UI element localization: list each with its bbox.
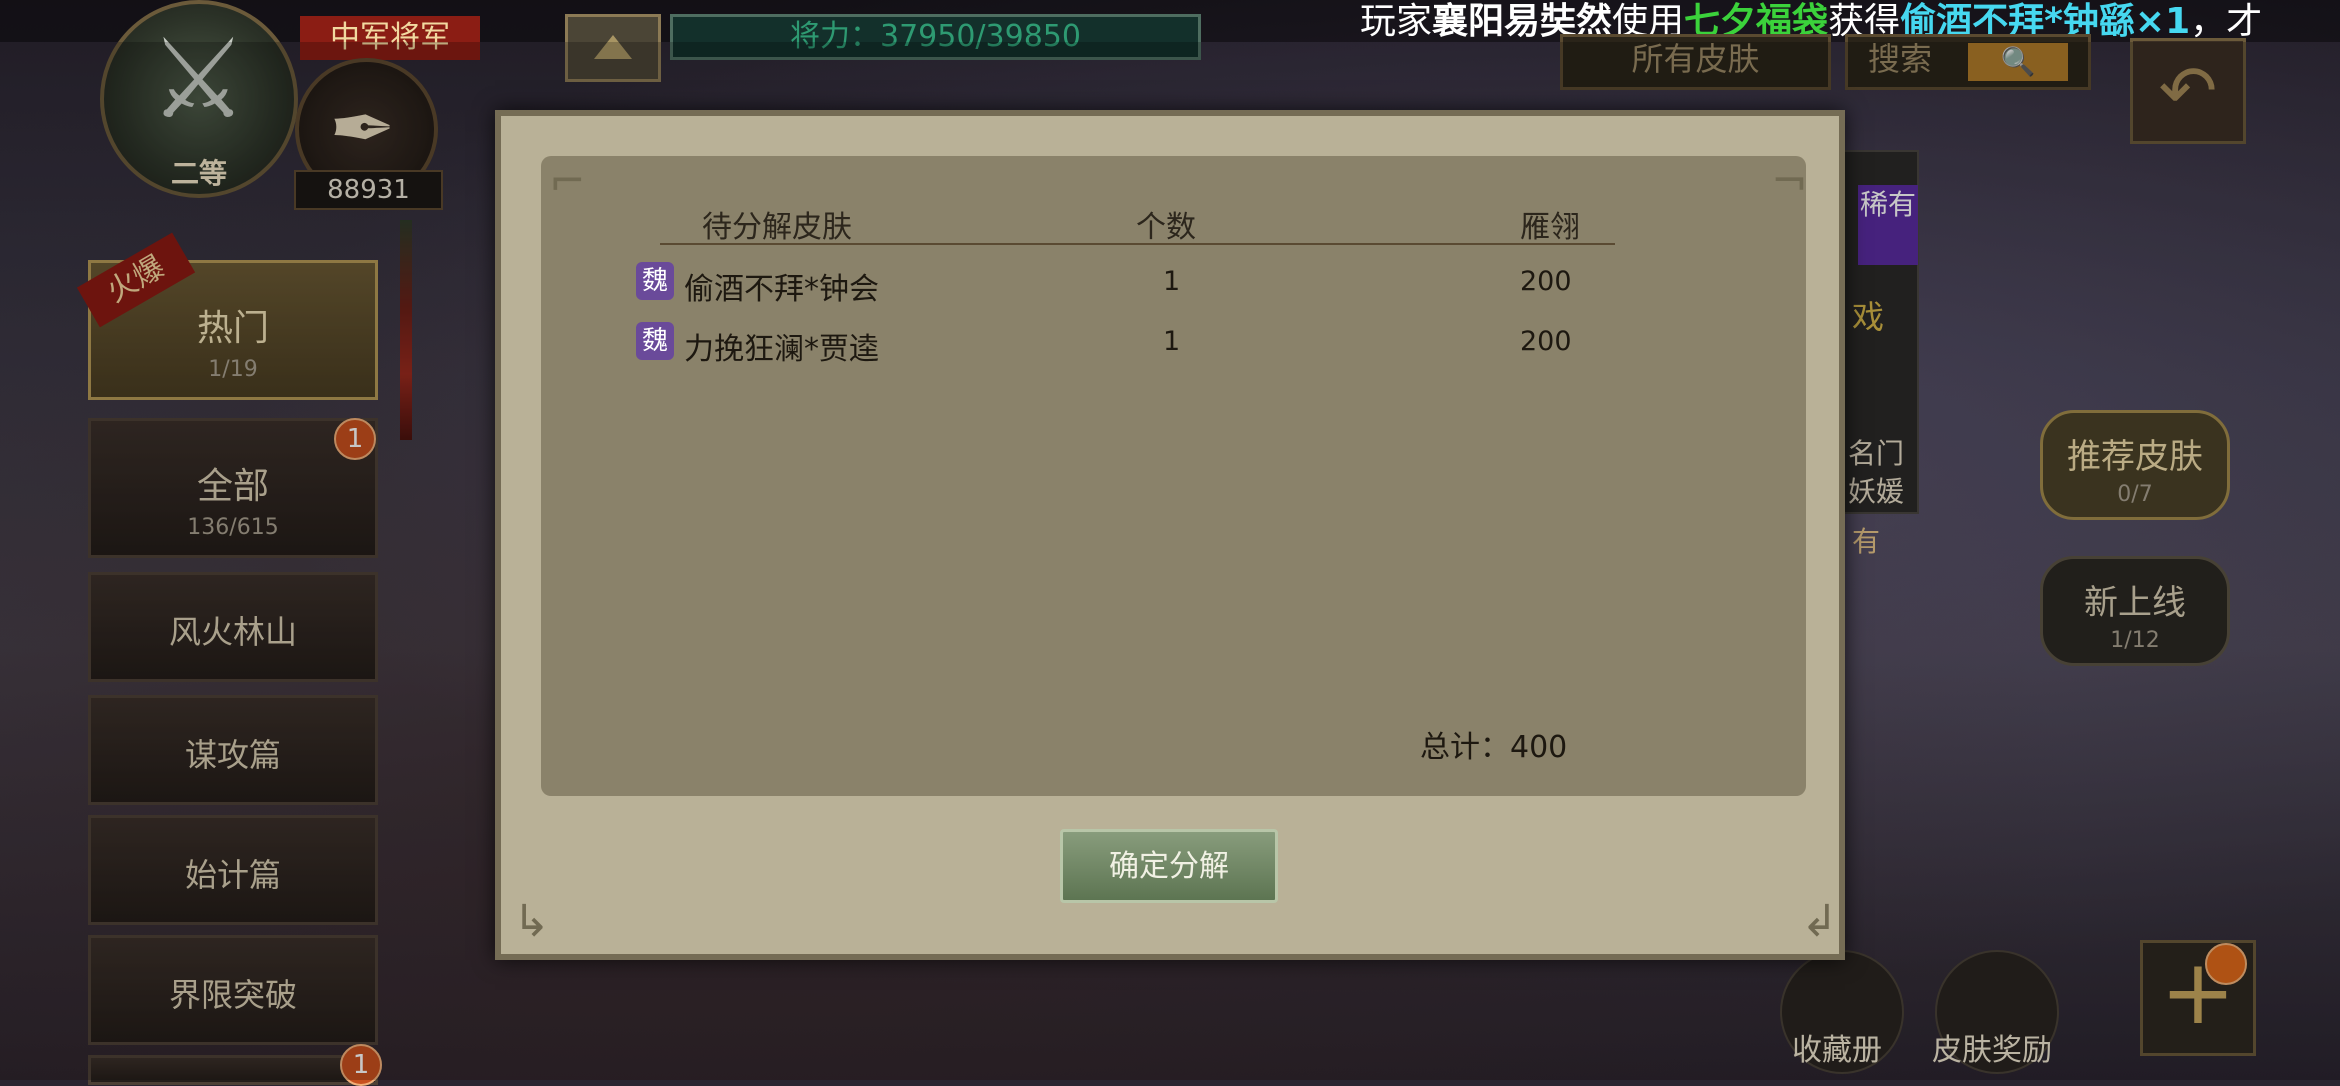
confirm-decompose-button[interactable]: 确定分解 xyxy=(1060,829,1278,903)
header-divider xyxy=(660,243,1615,245)
skin-count: 1 xyxy=(1163,326,1181,357)
column-header-count: 个数 xyxy=(1136,210,1196,245)
column-header-value: 雁翎 xyxy=(1520,210,1580,245)
ticker-part: ，才 xyxy=(2190,2,2263,42)
ticker-part: 玩家 xyxy=(1360,2,1433,42)
faction-wei-icon: 魏 xyxy=(636,322,674,360)
corner-ornament: ↲ xyxy=(1801,896,1838,947)
skin-count: 1 xyxy=(1163,266,1181,297)
faction-wei-icon: 魏 xyxy=(636,262,674,300)
column-header-skin: 待分解皮肤 xyxy=(702,210,852,245)
skin-name: 偷酒不拜*钟会 xyxy=(684,272,879,307)
dialog-inner-panel xyxy=(541,156,1806,796)
corner-ornament: ↳ xyxy=(513,896,550,947)
skin-name: 力挽狂澜*贾逵 xyxy=(684,332,879,367)
skin-value: 200 xyxy=(1520,326,1572,357)
skin-value: 200 xyxy=(1520,266,1572,297)
corner-ornament: ¬ xyxy=(1771,156,1808,207)
total-value: 总计：400 xyxy=(1420,730,1568,765)
corner-ornament: ⌐ xyxy=(549,156,586,207)
